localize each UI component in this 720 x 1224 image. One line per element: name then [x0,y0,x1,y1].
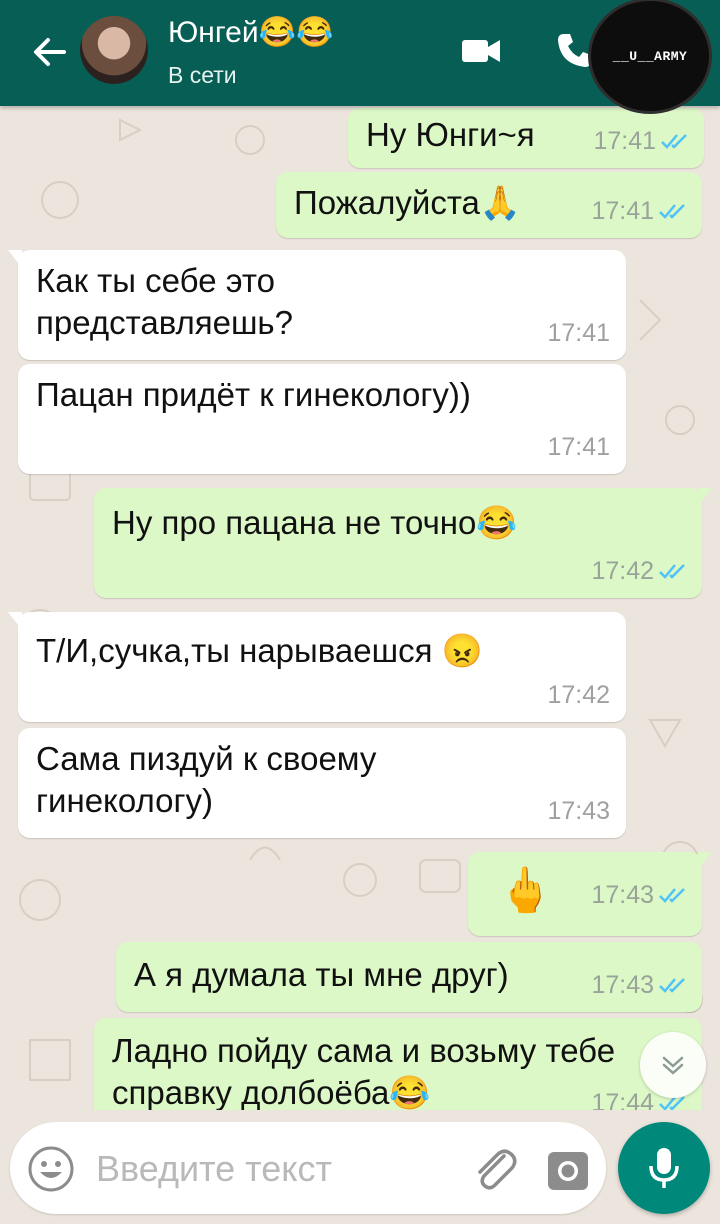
message-bubble[interactable]: Сама пиздуй к своему гинекологу) 17:43 [18,728,626,838]
back-arrow-icon [34,38,66,66]
message-meta: 17:43 [591,964,688,1006]
message-bubble[interactable]: Т/И,сучка,ты нарываешся 😠 17:42 [8,612,626,722]
emoji-button[interactable] [26,1144,76,1194]
message-meta: 17:41 [547,312,610,354]
bubble-tail [8,612,22,630]
message-time: 17:42 [547,681,610,709]
message-meta: 17:42 [591,550,688,592]
video-camera-icon [462,40,500,62]
chevron-down-icon [662,1056,684,1075]
message-time: 17:43 [591,971,654,999]
message-bubble[interactable]: 🖕 17:43 [468,852,712,936]
message-bubble[interactable]: Пожалуйста🙏 17:41 [276,172,702,238]
message-meta: 17:41 [593,120,690,162]
contact-name[interactable]: Юнгей😂😂 [168,14,333,52]
attach-button[interactable] [468,1142,522,1196]
message-text: Сама пиздуй к своему гинекологу) [36,740,377,819]
message-bubble[interactable]: Ладно пойду сама и возьму тебе справку д… [94,1018,702,1110]
contact-status: В сети [168,62,237,88]
camera-icon [548,1152,588,1190]
message-bubble[interactable]: А я думала ты мне друг) 17:43 [116,942,702,1012]
message-text: Как ты себе это представляешь? [36,262,293,341]
message-text: Пацан придёт к гинекологу)) [36,376,471,413]
message-time: 17:41 [547,319,610,347]
message-bubble[interactable]: Ну про пацана не точно😂 17:42 [94,488,712,598]
double-tick-icon [661,134,687,149]
microphone-icon [649,1148,679,1188]
double-tick-icon [659,564,685,579]
double-tick-icon [659,978,685,993]
voice-record-button[interactable] [618,1122,710,1214]
camera-button[interactable] [544,1146,592,1194]
message-time: 17:43 [547,797,610,825]
message-time: 17:41 [547,433,610,461]
bubble-tail [698,488,712,506]
message-composer [10,1122,606,1214]
message-bubble[interactable]: Пацан придёт к гинекологу)) 17:41 [18,364,626,474]
message-time: 17:41 [593,127,656,155]
paperclip-icon [478,1149,517,1190]
back-button[interactable] [28,30,72,74]
message-input[interactable] [96,1144,436,1194]
double-tick-icon [659,888,685,903]
double-tick-icon [659,204,685,219]
message-bubble[interactable]: Как ты себе это представляешь? 17:41 [8,250,626,360]
message-time: 17:43 [591,881,654,909]
message-bubble[interactable]: Ну Юнги~я 17:41 [348,108,704,168]
watermark-logo: __U__ARMY [588,0,712,114]
message-time: 17:42 [591,557,654,585]
message-meta: 17:43 [547,790,610,832]
bubble-tail [8,250,22,268]
message-text: Т/И,сучка,ты нарываешся 😠 [36,632,483,669]
scroll-to-bottom-button[interactable] [640,1032,706,1098]
message-meta: 17:41 [547,426,610,468]
video-call-button[interactable] [460,34,502,68]
emoji-icon [28,1146,74,1192]
message-meta: 17:42 [547,674,610,716]
message-time: 17:44 [591,1089,654,1110]
message-time: 17:41 [591,197,654,225]
bubble-tail [698,852,712,870]
contact-avatar[interactable] [80,16,148,84]
message-list[interactable]: Ну Юнги~я 17:41 Пожалуйста🙏 17:41 Как ты… [0,106,720,1110]
message-meta: 17:43 [591,860,688,930]
message-meta: 17:41 [591,190,688,232]
message-text: Ну про пацана не точно😂 [112,504,518,541]
